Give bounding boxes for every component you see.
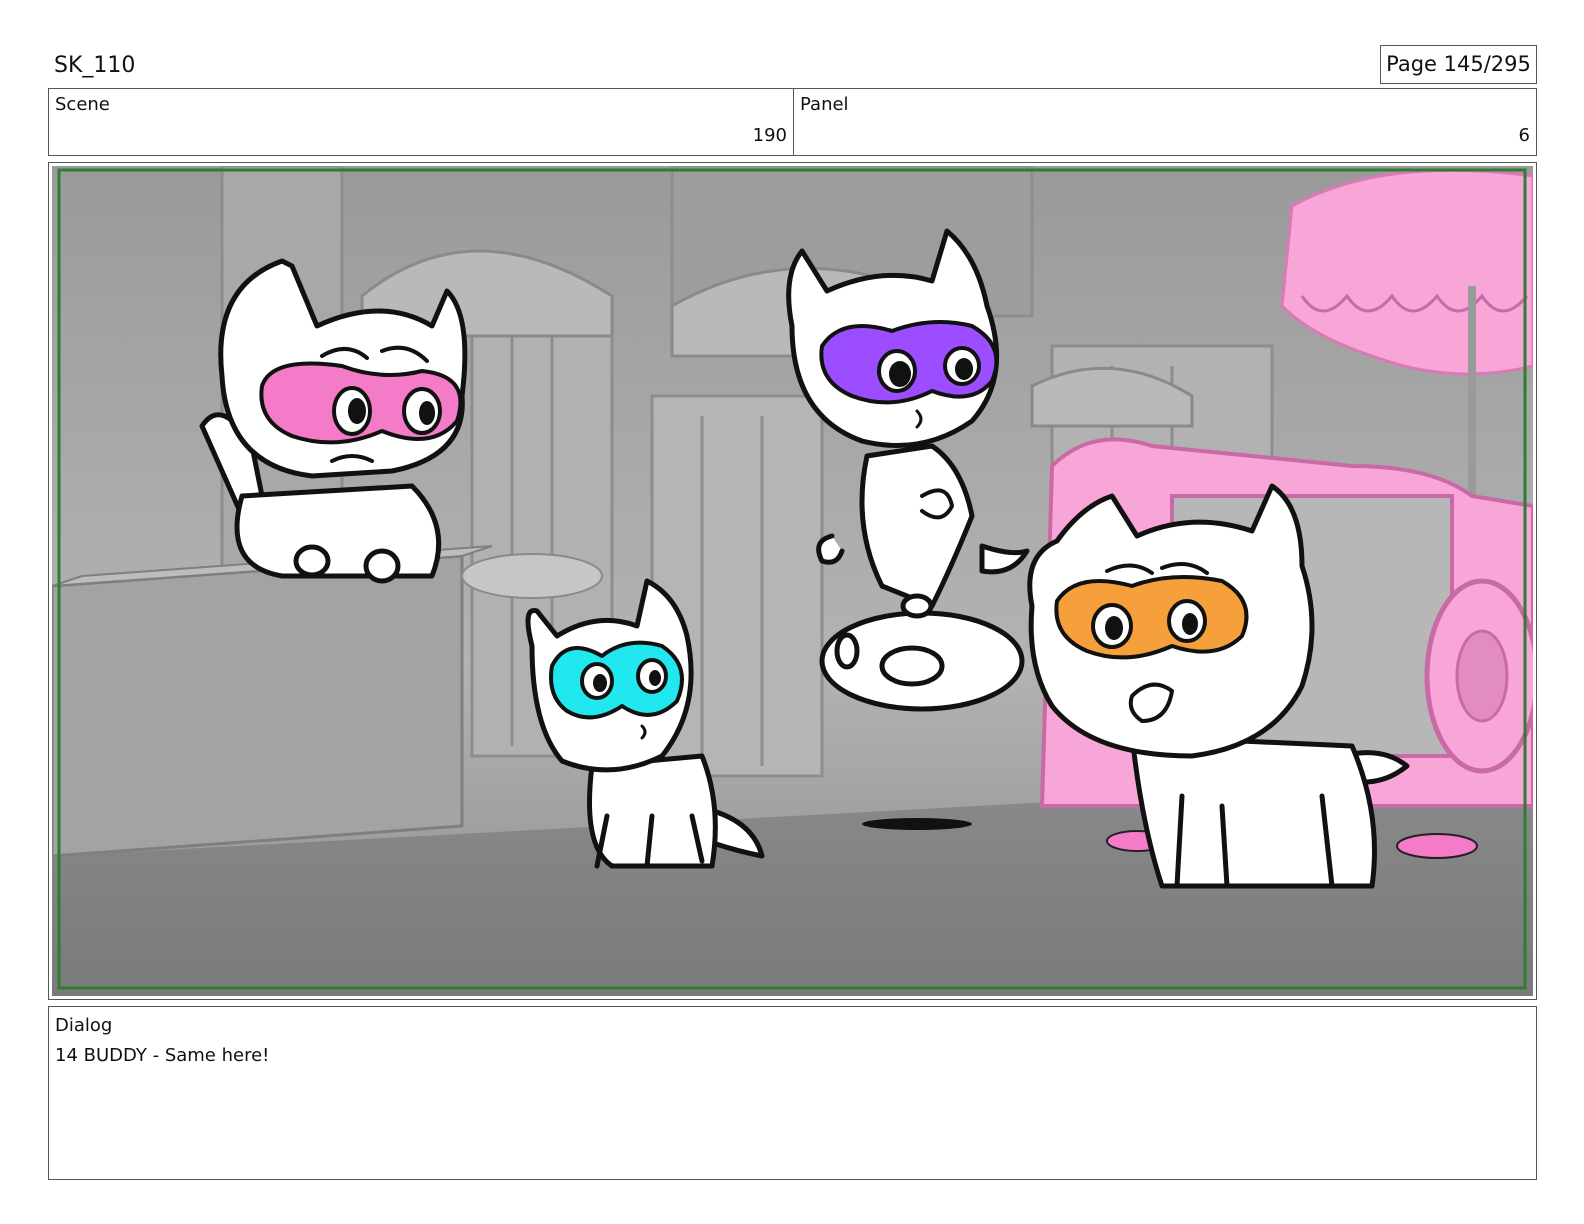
scene-cell: Scene 190	[49, 89, 794, 155]
panel-label: Panel	[800, 94, 849, 115]
scene-panel-header: Scene 190 Panel 6	[48, 88, 1537, 156]
project-code: SK_110	[54, 53, 136, 78]
floor-shadow	[862, 818, 972, 830]
dialog-box: Dialog 14 BUDDY - Same here!	[48, 1006, 1537, 1180]
dialog-text: 14 BUDDY - Same here!	[55, 1045, 270, 1066]
panel-cell: Panel 6	[794, 89, 1536, 155]
scene-label: Scene	[55, 94, 110, 115]
storyboard-panel	[48, 162, 1537, 1000]
page-number-box: Page 145/295	[1380, 45, 1537, 84]
scene-number: 190	[752, 125, 787, 146]
storyboard-drawing	[52, 166, 1533, 996]
panel-number: 6	[1518, 125, 1530, 146]
dialog-label: Dialog	[55, 1015, 113, 1036]
floating-disc	[819, 610, 1025, 712]
